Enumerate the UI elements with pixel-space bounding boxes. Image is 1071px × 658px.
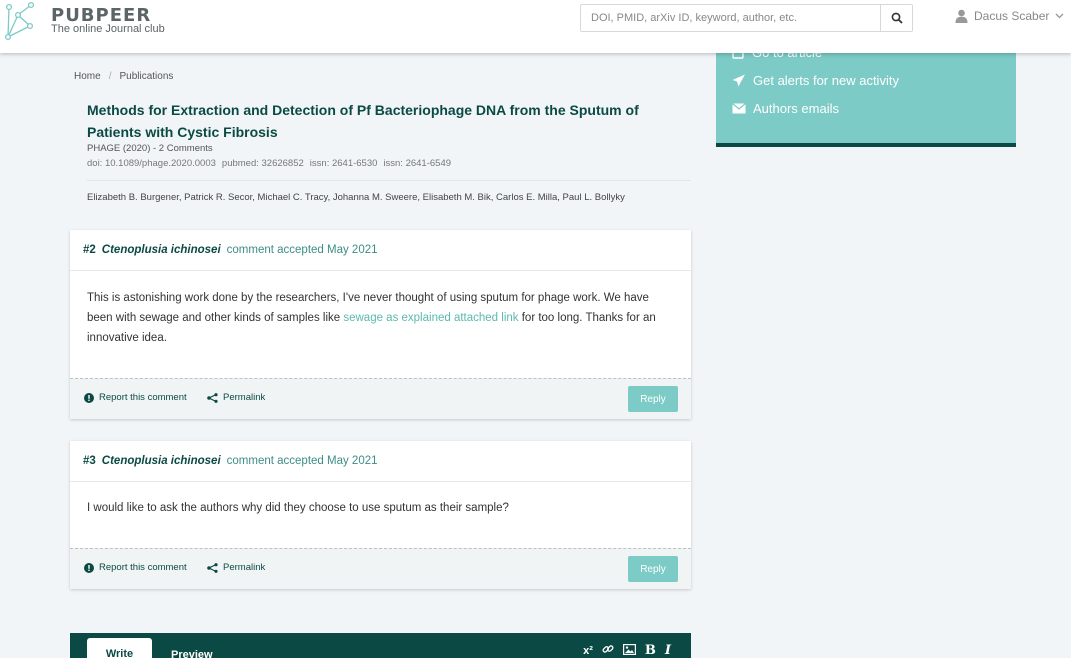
editor-toolbar: x² B I: [583, 643, 671, 658]
exclamation-circle-icon: [84, 392, 94, 403]
comment-footer: Report this comment Permalink Reply: [70, 548, 691, 589]
authors-emails-link[interactable]: Authors emails: [732, 101, 839, 116]
chevron-down-icon: [1055, 13, 1064, 19]
comment-card: #2 Ctenoplusia ichinosei comment accepte…: [70, 230, 691, 419]
share-icon: [207, 562, 218, 573]
article-actions-panel: Go to article Get alerts for new activit…: [716, 40, 1016, 147]
brand-tagline: The online Journal club: [51, 23, 165, 35]
superscript-button[interactable]: x²: [583, 644, 593, 658]
publication-issn: issn: 2641-6530: [309, 158, 378, 169]
comment-header: #2 Ctenoplusia ichinosei comment accepte…: [70, 230, 691, 271]
publication-doi[interactable]: doi: 10.1089/phage.2020.0003: [87, 158, 216, 169]
comment-status: comment accepted May 2021: [226, 244, 378, 256]
user-name: Dacus Scaber: [974, 9, 1050, 23]
paper-plane-icon: [732, 74, 745, 87]
reply-button[interactable]: Reply: [628, 556, 678, 582]
italic-button[interactable]: I: [665, 644, 671, 658]
authors-emails-label: Authors emails: [753, 101, 839, 116]
exclamation-circle-icon: [84, 562, 94, 573]
breadcrumb-separator: /: [108, 71, 112, 82]
comment-author: Ctenoplusia ichinosei: [101, 244, 221, 256]
reply-button[interactable]: Reply: [628, 386, 678, 412]
comment-body: This is astonishing work done by the res…: [87, 288, 677, 348]
publication-title[interactable]: Methods for Extraction and Detection of …: [87, 99, 697, 143]
user-icon: [955, 9, 968, 23]
comment-status: comment accepted May 2021: [226, 455, 378, 467]
image-icon: [622, 643, 636, 655]
report-comment-label: Report this comment: [99, 392, 187, 403]
breadcrumb-home[interactable]: Home: [74, 71, 101, 82]
bold-button[interactable]: B: [645, 644, 656, 658]
publication-pubmed[interactable]: pubmed: 32626852: [222, 158, 304, 169]
comment-body: I would like to ask the authors why did …: [87, 498, 677, 518]
divider: [87, 180, 691, 181]
publication-issn: issn: 2641-6549: [383, 158, 452, 169]
permalink-label: Permalink: [223, 392, 266, 403]
get-alerts-label: Get alerts for new activity: [753, 73, 899, 88]
search-icon: [891, 12, 903, 24]
permalink-link[interactable]: Permalink: [207, 562, 265, 573]
tab-preview[interactable]: Preview: [171, 649, 213, 658]
top-header: PUBPEER The online Journal club Dacus Sc…: [0, 0, 1071, 53]
comment-card: #3 Ctenoplusia ichinosei comment accepte…: [70, 441, 691, 589]
publication-authors: Elizabeth B. Burgener, Patrick R. Secor,…: [87, 192, 625, 203]
publication-identifiers: doi: 10.1089/phage.2020.0003 pubmed: 326…: [87, 158, 451, 169]
user-menu[interactable]: Dacus Scaber: [955, 9, 1064, 23]
image-button[interactable]: [622, 643, 636, 658]
tab-write[interactable]: Write: [87, 638, 152, 658]
breadcrumb-publications[interactable]: Publications: [119, 71, 173, 82]
search-button[interactable]: [880, 5, 912, 31]
link-icon: [602, 645, 614, 653]
pubpeer-logo-icon[interactable]: [4, 1, 34, 41]
envelope-icon: [732, 103, 746, 114]
search-box: [580, 4, 913, 32]
breadcrumb: Home / Publications: [74, 71, 173, 82]
permalink-link[interactable]: Permalink: [207, 392, 265, 403]
comment-footer: Report this comment Permalink Reply: [70, 378, 691, 419]
report-comment-link[interactable]: Report this comment: [84, 392, 187, 403]
comment-link[interactable]: sewage as explained attached link: [343, 312, 518, 324]
get-alerts-link[interactable]: Get alerts for new activity: [732, 73, 899, 88]
comment-number[interactable]: #2: [83, 244, 96, 256]
report-comment-label: Report this comment: [99, 562, 187, 573]
comment-author: Ctenoplusia ichinosei: [101, 455, 221, 467]
report-comment-link[interactable]: Report this comment: [84, 562, 187, 573]
share-icon: [207, 392, 218, 403]
comment-number[interactable]: #3: [83, 455, 96, 467]
comment-text: I would like to ask the authors why did …: [87, 502, 509, 514]
comment-editor: Write Preview x² B I: [70, 633, 691, 658]
comment-header: #3 Ctenoplusia ichinosei comment accepte…: [70, 441, 691, 482]
permalink-label: Permalink: [223, 562, 266, 573]
search-input[interactable]: [581, 5, 882, 31]
link-button[interactable]: [602, 643, 614, 658]
publication-journal: PHAGE (2020) - 2 Comments: [87, 143, 213, 154]
